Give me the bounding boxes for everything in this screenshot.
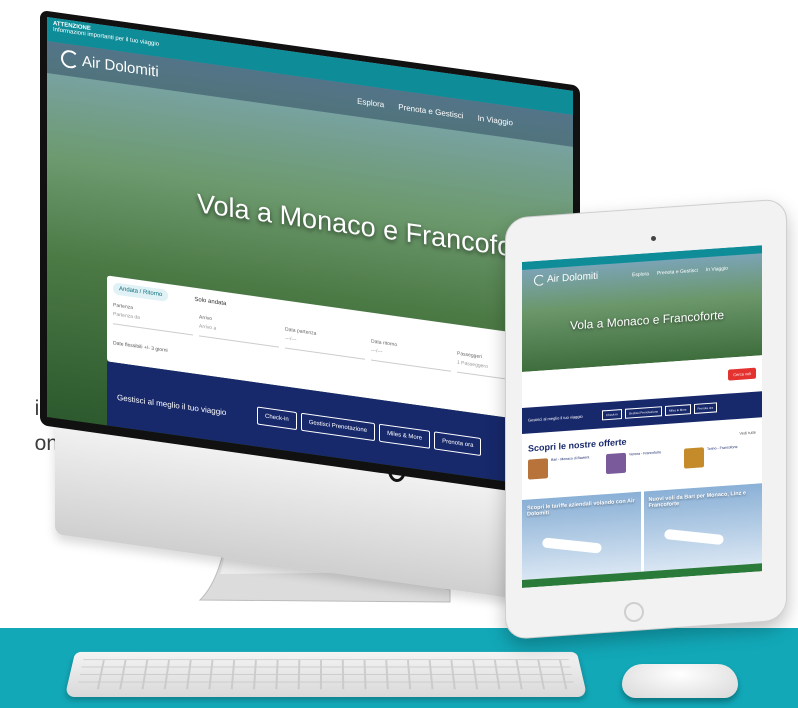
arrival-field[interactable]: Arrivo Arrivo a	[199, 314, 279, 348]
offers-title: Scopri le nostre offerte	[528, 436, 627, 454]
miles-more-button[interactable]: Miles & More	[665, 404, 691, 416]
offer-title: Torino - Francoforte	[707, 444, 738, 452]
manage-booking-button[interactable]: Gestisci Prenotazione	[624, 406, 663, 419]
nav-item-explore[interactable]: Esplora	[632, 271, 649, 278]
tablet-home-button	[624, 602, 644, 622]
offer-card[interactable]: Torino - Francoforte	[684, 444, 756, 469]
logo-mark-icon	[61, 48, 79, 70]
offer-thumbnail	[528, 458, 548, 480]
offer-title: Verona - Francoforte	[629, 450, 662, 457]
logo-mark-icon	[534, 274, 545, 287]
offer-card[interactable]: Verona - Francoforte	[606, 449, 678, 475]
search-flights-button[interactable]: Cerca voli	[728, 367, 756, 381]
manage-text: Gestisci al meglio il tuo viaggio	[117, 392, 227, 418]
keyboard-image	[64, 651, 588, 698]
tablet-camera	[651, 236, 656, 241]
departure-date-field[interactable]: Data partenza ---/---	[285, 326, 365, 360]
desktop-screen: ATTENZIONE Informazioni importanti per i…	[47, 17, 573, 491]
promo-title: Scopri le tariffe aziendali volando con …	[527, 498, 635, 518]
tab-round-trip[interactable]: Andata / Ritorno	[113, 282, 169, 303]
promo-title: Nuovi voli da Bari per Monaco, Linz e Fr…	[648, 490, 747, 510]
departure-field[interactable]: Partenza Partenza da	[113, 302, 193, 336]
book-now-button[interactable]: Prenota ora	[693, 402, 718, 415]
offer-thumbnail	[684, 447, 704, 469]
manage-booking-button[interactable]: Gestisci Prenotazione	[300, 412, 376, 442]
book-now-button[interactable]: Prenota ora	[434, 431, 482, 457]
offers-more-link[interactable]: Vedi tutte	[739, 430, 756, 436]
airplane-image	[663, 528, 724, 546]
promo-banner[interactable]: Scopri le tariffe aziendali volando con …	[522, 491, 641, 580]
nav-item-book-manage[interactable]: Prenota e Gestisci	[398, 102, 463, 120]
hero-title: Vola a Monaco e Francoforte	[197, 188, 544, 267]
offer-card[interactable]: Bari - Monaco di Baviera	[528, 455, 600, 480]
checkin-button[interactable]: Check-in	[602, 409, 622, 421]
side-text-line: on	[34, 432, 58, 455]
nav-item-explore[interactable]: Esplora	[357, 97, 384, 110]
nav-item-traveling[interactable]: In Viaggio	[478, 114, 513, 128]
checkin-button[interactable]: Check-in	[257, 406, 297, 431]
promo-banner[interactable]: Nuovi voli da Bari per Monaco, Linz e Fr…	[643, 483, 762, 572]
manage-buttons: Check-in Gestisci Prenotazione Miles & M…	[257, 406, 482, 457]
tab-one-way[interactable]: Solo andata	[188, 293, 232, 311]
return-date-field[interactable]: Data ritorno ---/---	[371, 339, 451, 372]
tablet-manage-buttons: Check-in Gestisci Prenotazione Miles & M…	[602, 402, 718, 421]
mouse-image	[622, 664, 738, 698]
miles-more-button[interactable]: Miles & More	[379, 423, 431, 449]
site-logo[interactable]: Air Dolomiti	[61, 48, 159, 81]
flexible-dates-checkbox[interactable]: Date flessibili +/- 3 giorni	[113, 340, 168, 354]
airplane-image	[541, 537, 603, 554]
tablet-screen: Air Dolomiti Esplora Prenota e Gestisci …	[522, 245, 762, 588]
logo-text: Air Dolomiti	[82, 52, 159, 81]
offer-title: Bari - Monaco di Baviera	[551, 455, 590, 462]
tablet-manage-text: Gestisci al meglio il tuo viaggio	[528, 413, 583, 423]
offer-thumbnail	[606, 452, 626, 475]
